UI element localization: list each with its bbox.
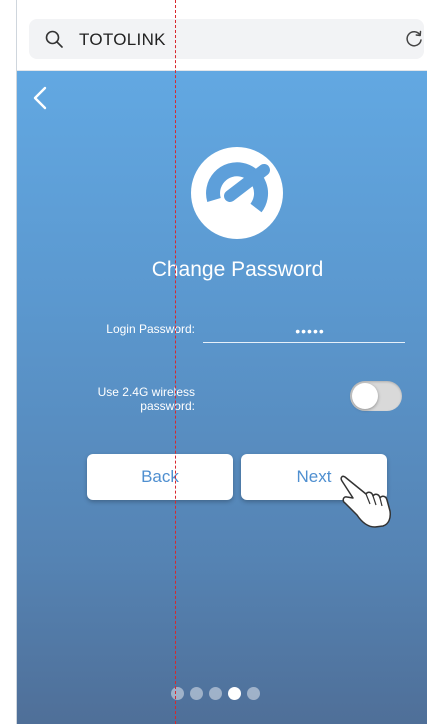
search-bar[interactable]: TOTOLINK bbox=[29, 19, 424, 59]
wireless-password-toggle[interactable] bbox=[350, 381, 402, 411]
pointing-hand-icon bbox=[340, 475, 391, 528]
pager-dot-active bbox=[228, 687, 241, 700]
pager-dot bbox=[171, 687, 184, 700]
wireless-password-label: Use 2.4G wireless password: bbox=[97, 385, 195, 413]
search-icon bbox=[45, 30, 63, 48]
totolink-logo bbox=[191, 147, 283, 239]
back-button[interactable]: Back bbox=[87, 454, 233, 500]
login-password-input[interactable]: ••••• bbox=[205, 323, 415, 339]
browser-top-bar: TOTOLINK bbox=[17, 0, 427, 71]
toggle-knob bbox=[352, 383, 378, 409]
guide-line bbox=[175, 0, 176, 724]
reload-icon[interactable] bbox=[404, 29, 424, 49]
page-title: Change Password bbox=[151, 258, 324, 281]
search-text: TOTOLINK bbox=[79, 30, 166, 49]
chevron-left-icon[interactable] bbox=[31, 85, 49, 111]
login-password-label: Login Password: bbox=[106, 322, 195, 336]
pager-dot bbox=[247, 687, 260, 700]
pager-dot bbox=[190, 687, 203, 700]
input-underline bbox=[203, 342, 405, 343]
pager-dot bbox=[209, 687, 222, 700]
change-password-screen: Change Password Login Password: ••••• Us… bbox=[17, 71, 427, 724]
phone-frame: TOTOLINK Change Password Login Password:… bbox=[16, 0, 427, 724]
